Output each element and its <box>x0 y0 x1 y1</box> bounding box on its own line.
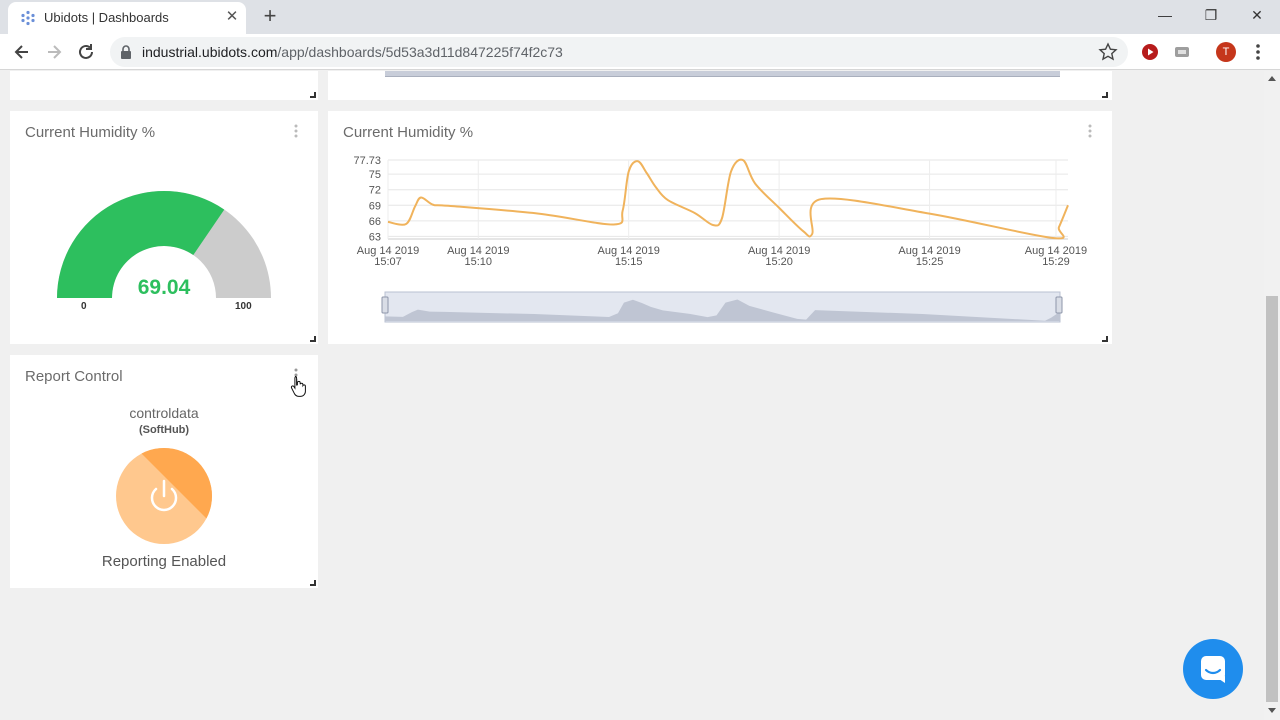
gauge-min-label: 0 <box>81 301 87 312</box>
gauge-value: 69.04 <box>137 276 191 299</box>
gauge-max-label: 100 <box>235 301 252 312</box>
x-tick-label: 15:15 <box>615 256 643 268</box>
scroll-down-icon[interactable] <box>1268 708 1276 714</box>
page-scrollbar[interactable] <box>1264 71 1280 720</box>
humidity-line-chart-widget: Current Humidity % 77.73 75 72 69 66 63 Aug 1… <box>328 111 1112 344</box>
humidity-gauge <box>57 191 271 298</box>
profile-avatar[interactable]: T <box>1216 42 1236 62</box>
lock-icon <box>121 45 131 59</box>
x-tick-label: 15:10 <box>464 256 492 268</box>
range-selector[interactable] <box>381 291 1063 323</box>
range-selector-above[interactable] <box>385 71 1060 77</box>
y-tick-label: 69 <box>369 200 381 212</box>
chart-grid <box>387 159 1068 240</box>
resize-handle[interactable] <box>1102 92 1108 98</box>
cast-extension-icon[interactable] <box>1172 42 1192 62</box>
forward-arrow-icon[interactable] <box>43 41 65 63</box>
x-tick-label: 15:25 <box>916 256 944 268</box>
resize-handle[interactable] <box>310 92 316 98</box>
x-tick-label: 15:20 <box>765 256 793 268</box>
reload-icon[interactable] <box>75 41 97 63</box>
x-axis-ticks: Aug 14 201915:07Aug 14 201915:10Aug 14 2… <box>357 245 1087 268</box>
report-control-widget: Report Control controldata (SoftHub) Rep… <box>10 355 318 588</box>
report-toggle-switch[interactable] <box>115 447 213 545</box>
resize-handle[interactable] <box>1102 336 1108 342</box>
widget-title: Report Control <box>25 368 123 385</box>
control-status-label: Reporting Enabled <box>101 553 227 570</box>
hand-cursor-icon <box>290 376 306 397</box>
new-tab-button[interactable]: + <box>258 4 282 28</box>
bookmark-star-icon[interactable] <box>1098 42 1118 62</box>
control-variable-name: controldata <box>129 405 199 421</box>
browser-tab[interactable]: Ubidots | Dashboards ✕ <box>8 2 246 34</box>
widget-above-right <box>328 71 1112 100</box>
range-handle-left[interactable] <box>381 296 389 314</box>
url-text: industrial.ubidots.com/app/dashboards/5d… <box>142 44 563 60</box>
tab-bar: Ubidots | Dashboards ✕ + — ❐ ✕ <box>0 0 1280 34</box>
widget-above-left <box>10 71 318 100</box>
support-chat-button[interactable] <box>1183 639 1243 699</box>
y-tick-label: 77.73 <box>353 155 381 167</box>
youtube-extension-icon[interactable] <box>1140 42 1160 62</box>
resize-handle[interactable] <box>310 336 316 342</box>
scrollbar-thumb[interactable] <box>1266 296 1278 702</box>
minimize-button[interactable]: — <box>1150 4 1180 26</box>
close-window-button[interactable]: ✕ <box>1242 4 1272 26</box>
control-device-name: (SoftHub) <box>138 424 190 436</box>
y-tick-label: 63 <box>369 231 381 243</box>
humidity-line-chart: 77.73 75 72 69 66 63 Aug 14 201915:07Aug 14 2… <box>353 155 1087 323</box>
y-axis-ticks: 77.73 75 72 69 66 63 <box>353 155 381 243</box>
humidity-series-line <box>387 158 1069 240</box>
address-bar[interactable]: industrial.ubidots.com/app/dashboards/5d… <box>110 37 1128 67</box>
x-tick-label: 15:29 <box>1042 256 1070 268</box>
y-tick-label: 72 <box>369 185 381 197</box>
dashboard-canvas: Current Humidity % 69.04 0 100 Current H… <box>0 71 1264 720</box>
browser-menu-icon[interactable] <box>1250 42 1266 62</box>
tab-close-icon[interactable]: ✕ <box>222 7 242 27</box>
humidity-gauge-widget: Current Humidity % 69.04 0 100 <box>10 111 318 344</box>
back-arrow-icon[interactable] <box>11 41 33 63</box>
ubidots-favicon-icon <box>21 10 35 26</box>
resize-handle[interactable] <box>310 580 316 586</box>
browser-toolbar: industrial.ubidots.com/app/dashboards/5d… <box>0 34 1280 70</box>
x-tick-label: 15:07 <box>374 256 402 268</box>
restore-button[interactable]: ❐ <box>1196 4 1226 26</box>
tab-title: Ubidots | Dashboards <box>44 10 169 25</box>
y-tick-label: 75 <box>369 169 381 181</box>
scroll-up-icon[interactable] <box>1268 75 1276 81</box>
range-handle-right[interactable] <box>1055 296 1063 314</box>
y-tick-label: 66 <box>369 216 381 228</box>
chat-icon <box>1201 656 1225 683</box>
